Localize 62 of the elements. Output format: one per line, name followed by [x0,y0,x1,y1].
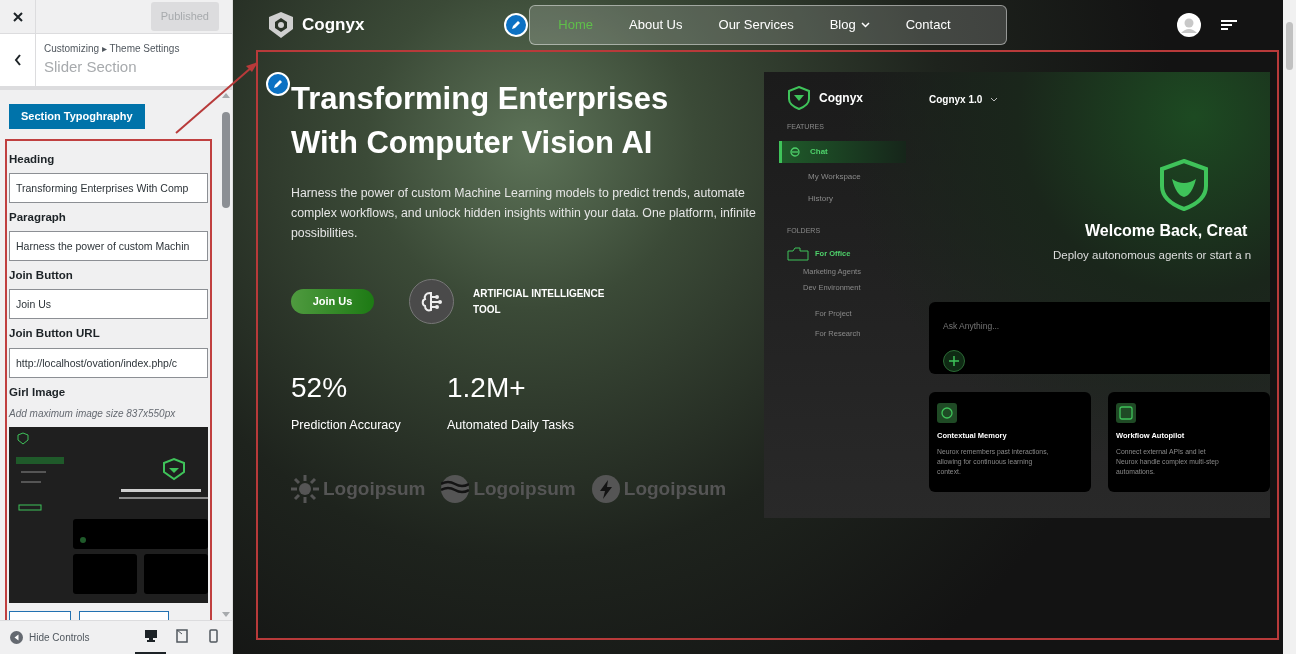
chevron-left-icon [13,54,22,66]
field-label: Join Button [9,268,74,283]
chip-icon [1116,403,1136,423]
stat-value: 52% [291,372,349,404]
scrollbar-thumb[interactable] [222,112,230,208]
input-field[interactable]: http://localhost/ovation/index.php/c [9,347,208,378]
plus-icon [949,356,959,367]
field-label: Join Button URL [9,326,101,342]
brain-circuit-icon [419,289,444,314]
avatar-icon[interactable] [1177,13,1201,38]
sidebar-item[interactable]: My Workspace [779,165,916,188]
welcome-heading: Welcome Back, Creat [1085,221,1249,241]
field-label: Heading [9,151,56,167]
sidebar-item[interactable]: Chat [779,140,906,163]
stat-label: Automated Daily Tasks [447,417,575,434]
brand-name: Cognyx [302,14,365,37]
desktop-icon [143,629,158,643]
section-button[interactable]: Section Typoghraphy [9,104,145,129]
field-hint: Add maximum image size 837x550px [9,406,177,421]
shield-logo-icon [787,86,811,110]
input-field[interactable]: Join Us [9,289,208,320]
scrollbar-thumb[interactable] [1286,22,1293,70]
folder-icon [787,247,809,261]
version-dropdown[interactable]: Cognyx 1.0 [929,92,1270,107]
edit-button[interactable] [266,72,290,96]
tablet-icon [174,629,189,643]
input-field[interactable]: Harness the power of custom Machin [9,231,208,261]
field-label: Girl Image [9,384,67,400]
join-button[interactable]: Join Us [291,289,374,314]
nav-link[interactable]: Contact [905,15,951,35]
nav-link[interactable]: Blog [829,15,870,35]
stat-label: Prediction Accuracy [291,417,402,434]
add-button[interactable] [943,350,965,373]
shield-logo-icon [268,11,294,39]
welcome-subtitle: Deploy autonomous agents or start a n [1053,248,1253,263]
edit-button[interactable] [504,13,529,37]
menu-icon[interactable] [1221,19,1237,31]
sun-logo-icon [291,475,319,503]
input-field[interactable]: Transforming Enterprises With Comp [9,172,208,203]
pencil-icon [511,20,522,30]
collapse-icon [10,631,23,644]
close-icon [12,11,23,22]
partner-logo-text: Logoipsum [323,476,426,501]
hide-controls-button[interactable]: Hide Controls [10,630,90,645]
breadcrumb: Customizing ▸ Theme Settings [44,42,180,57]
brand-name: Cognyx [819,90,863,107]
waves-logo-icon [441,475,470,503]
nav-link[interactable]: About Us [629,15,683,35]
bolt-logo-icon [591,475,620,503]
panel-title: Slider Section [44,57,138,78]
shield-logo-icon [1158,159,1210,211]
prompt-field[interactable]: Ask Anything... [943,320,1093,333]
sidebar-item[interactable]: History [779,187,916,210]
stat-value: 1.2M+ [447,372,527,404]
pencil-icon [273,79,283,89]
field-label: Paragraph [9,209,67,225]
nav-link[interactable]: Our Services [718,15,794,35]
hero-paragraph: Harness the power of custom Machine Learning models to predict trends, automate complex workflows, and unlock hidden insights within your data. One platform, infinite possibilities. [291,185,756,242]
feature-label: ARTIFICIAL INTELLIGENCE TOOL [473,286,606,317]
hero-heading: Transforming Enterprises With Computer Vision AI [291,80,670,162]
chat-icon [790,146,800,157]
chevron-down-icon [990,97,999,102]
